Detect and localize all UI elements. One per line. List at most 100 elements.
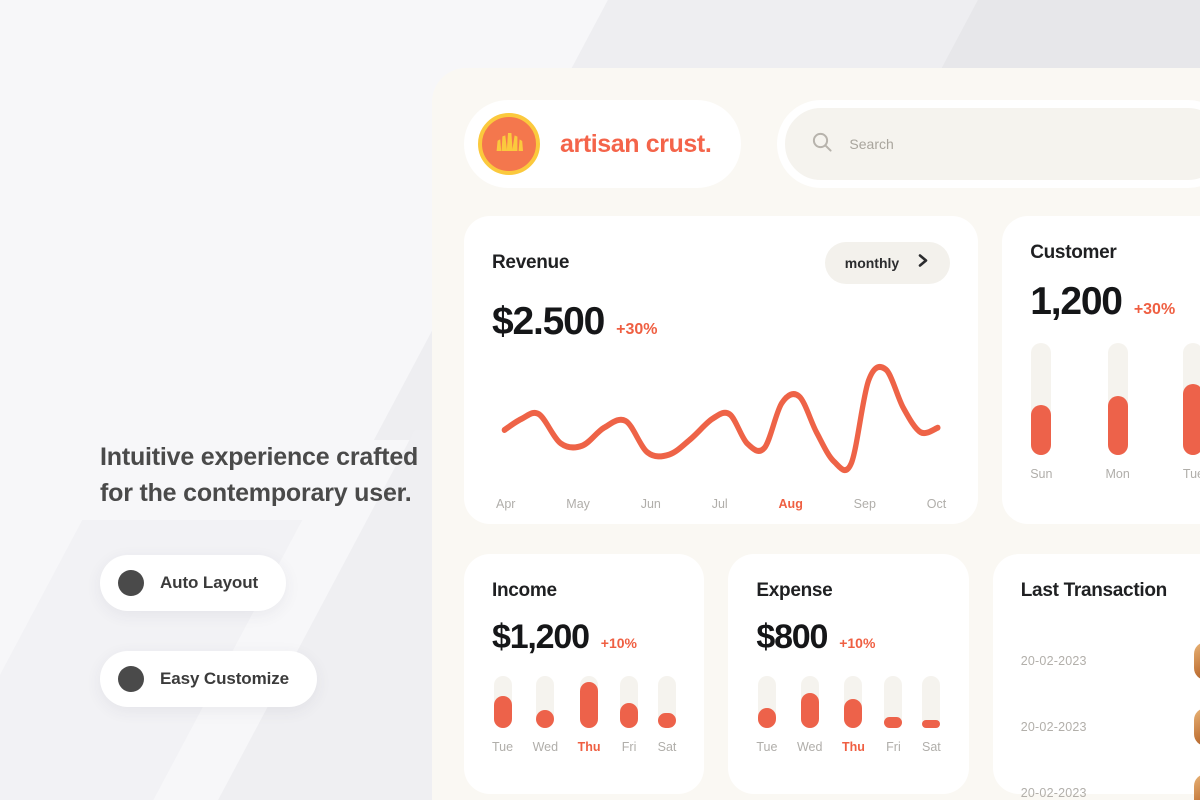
card-grid-row-2: Income $1,200 +10% Tue Wed Thu Fri Sat Expen… (464, 554, 1200, 800)
wheat-sunburst-icon (478, 113, 540, 175)
bar-fill (536, 709, 555, 728)
axis-tick: May (566, 497, 590, 511)
card-expense: Expense $800 +10% Tue Wed Thu Fri Sat (728, 554, 969, 794)
feature-pill-easy-customize[interactable]: Easy Customize (100, 651, 317, 707)
revenue-axis: Apr May Jun Jul Aug Sep Oct (492, 497, 950, 511)
bar-column: Fri (884, 676, 903, 754)
table-row[interactable]: 20-02-2023 (1021, 694, 1200, 760)
bar-label: Wed (532, 740, 559, 754)
transaction-date: 20-02-2023 (1020, 654, 1087, 668)
expense-bar-chart: Tue Wed Thu Fri Sat (756, 676, 941, 754)
app-root: Intuitive experience crafted for the con… (0, 0, 1200, 800)
bar-label: Fri (886, 740, 901, 754)
bar-fill (580, 682, 599, 728)
bar-column: Tue (492, 676, 513, 754)
card-title: Customer (1030, 242, 1117, 263)
card-title: Revenue (492, 252, 570, 273)
card-revenue: Revenue monthly $2.500 +30% Apr May Jun … (464, 216, 979, 524)
bar-fill (1031, 404, 1052, 455)
period-selector[interactable]: monthly (824, 242, 951, 284)
transaction-date: 20-02-2023 (1020, 786, 1087, 800)
bar-label-active: Thu (842, 740, 865, 754)
card-customer-header: Customer (1030, 242, 1200, 264)
bar-label: Sat (921, 740, 941, 754)
bar-fill (844, 699, 863, 728)
bar-track (922, 676, 941, 728)
search-bar[interactable]: Search (777, 100, 1200, 188)
bar-label: Sat (657, 740, 677, 754)
bar-label: Tue (492, 740, 514, 754)
metric-delta: +30% (1133, 301, 1176, 318)
metric-value: $1,200 (492, 618, 590, 656)
bar-track (493, 676, 512, 728)
bar-fill (493, 695, 512, 728)
bar-track (536, 676, 555, 728)
card-expense-header: Expense (756, 580, 940, 602)
transaction-thumbnail (1194, 642, 1200, 680)
card-income-header: Income (492, 580, 676, 602)
card-last-transaction: Last Transaction 20-02-2023 20-02-2023 2… (992, 554, 1200, 800)
axis-tick: Jul (711, 497, 728, 511)
bar-label: Fri (621, 740, 637, 754)
bar-label: Tue (756, 740, 778, 754)
brand-card[interactable]: artisan crust. (464, 100, 742, 188)
bar-column: Mon (1106, 343, 1130, 481)
bar-fill (657, 713, 676, 728)
period-label: monthly (844, 255, 900, 271)
bar-track (844, 676, 863, 728)
bullet-dot-icon (118, 666, 144, 692)
axis-tick: Sep (853, 497, 876, 511)
dashboard-panel: artisan crust. Search Revenue monthly $2… (432, 68, 1200, 800)
card-title: Income (492, 580, 557, 601)
bar-column: Thu (578, 676, 601, 754)
metric-value: 1,200 (1030, 280, 1123, 323)
search-icon (811, 131, 833, 158)
card-grid-row-1: Revenue monthly $2.500 +30% Apr May Jun … (464, 216, 1200, 524)
table-row[interactable]: 20-02-2023 (1021, 760, 1200, 800)
bar-track (657, 676, 676, 728)
marketing-column: Intuitive experience crafted for the con… (100, 440, 420, 707)
card-customer-metric: 1,200 +30% (1030, 282, 1200, 321)
bar-column: Wed (797, 676, 822, 754)
bar-label: Mon (1105, 467, 1130, 481)
revenue-line-chart (501, 363, 941, 474)
metric-delta: +10% (600, 635, 637, 651)
transaction-date: 20-02-2023 (1020, 720, 1087, 734)
chevron-right-icon (917, 253, 930, 273)
transaction-thumbnail (1194, 708, 1200, 746)
bar-fill (800, 692, 819, 728)
bar-column: Sat (657, 676, 677, 754)
card-revenue-header: Revenue monthly (492, 242, 951, 284)
marketing-headline: Intuitive experience crafted for the con… (100, 443, 419, 507)
axis-tick: Apr (496, 497, 516, 511)
axis-tick: Jun (640, 497, 661, 511)
bar-column: Tue (756, 676, 777, 754)
bar-track (884, 676, 903, 728)
bar-column: Fri (620, 676, 639, 754)
bar-track (1183, 343, 1200, 455)
bar-track (580, 676, 599, 728)
bar-fill (620, 703, 639, 728)
card-income-metric: $1,200 +10% (492, 620, 676, 654)
bar-column: Wed (533, 676, 558, 754)
feature-pill-label: Auto Layout (160, 573, 259, 592)
bar-label: Sun (1030, 467, 1053, 481)
bar-track (620, 676, 639, 728)
bar-fill (757, 708, 776, 728)
bar-column: Sat (922, 676, 941, 754)
table-row[interactable]: 20-02-2023 (1021, 628, 1200, 694)
card-income: Income $1,200 +10% Tue Wed Thu Fri Sat (464, 554, 705, 794)
metric-value: $2.500 (492, 300, 605, 343)
card-last-transaction-header: Last Transaction (1021, 580, 1200, 602)
metric-delta: +10% (839, 635, 876, 651)
card-title: Expense (756, 580, 833, 601)
customer-bar-chart: Sun Mon Tue (1030, 343, 1200, 481)
bar-label-active: Thu (577, 740, 601, 754)
bar-track (1107, 343, 1128, 455)
feature-pill-auto-layout[interactable]: Auto Layout (100, 555, 287, 611)
card-title: Last Transaction (1020, 580, 1168, 601)
card-expense-metric: $800 +10% (756, 620, 940, 654)
transaction-list: 20-02-2023 20-02-2023 20-02-2023 (1021, 628, 1200, 800)
bar-track (757, 676, 776, 728)
search-input[interactable]: Search (849, 136, 893, 152)
